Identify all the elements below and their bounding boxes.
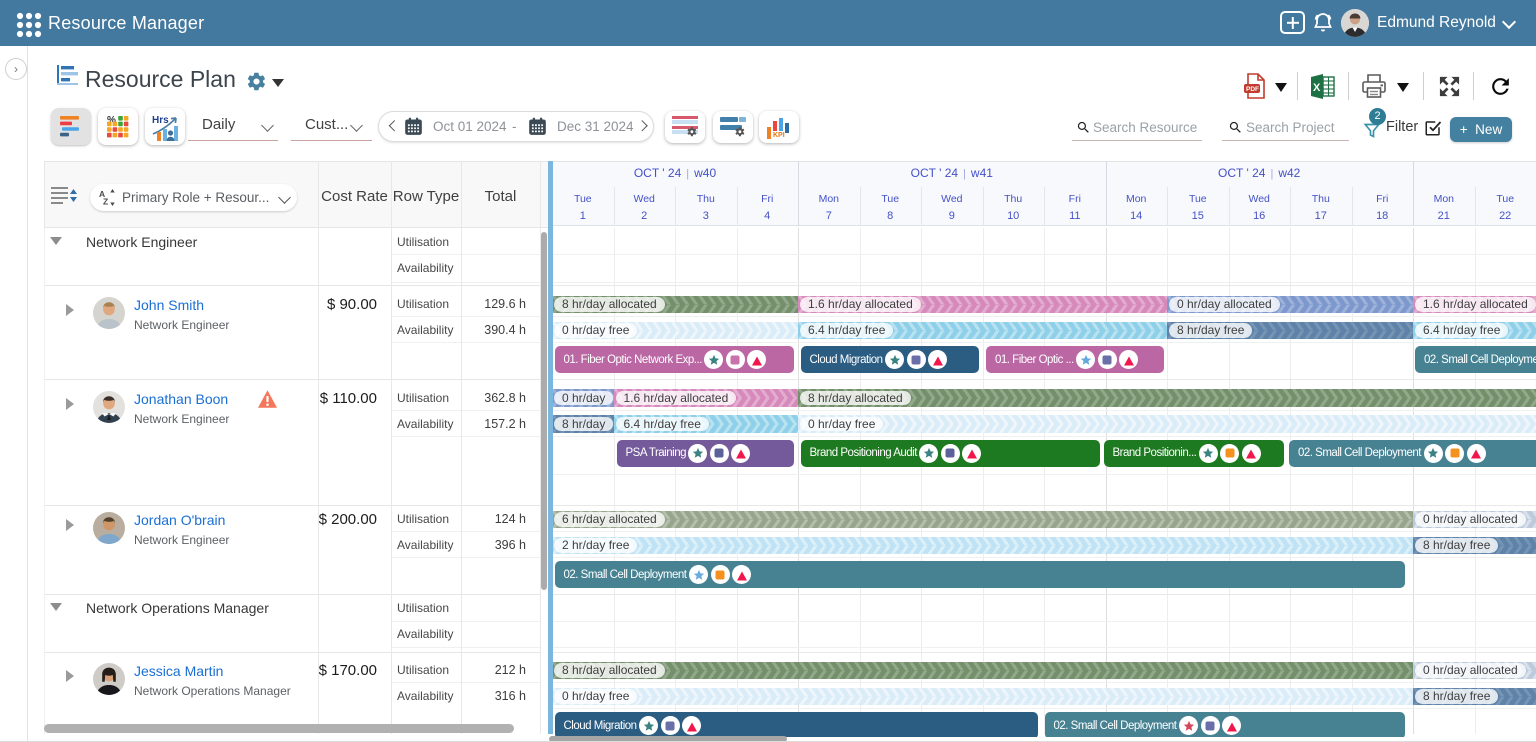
svg-text:Hrs: Hrs xyxy=(152,115,169,126)
svg-text:PDF: PDF xyxy=(1246,86,1259,93)
svg-text:X: X xyxy=(1313,82,1321,94)
svg-text:Z: Z xyxy=(103,197,108,207)
svg-text:KPI: KPI xyxy=(773,132,785,139)
